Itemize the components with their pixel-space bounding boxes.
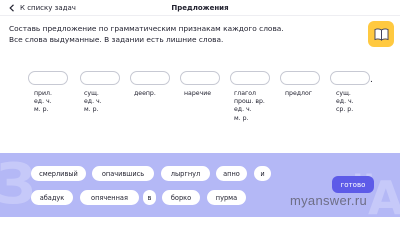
hint-line: глагол [234,90,256,97]
word-chip[interactable]: пурма [207,190,246,205]
hint-line: м. р. [234,114,249,122]
book-icon [374,28,388,41]
grammar-hint-3: деепр. [134,90,174,98]
page-title: Предложения [171,4,229,12]
word-chip[interactable]: в [143,190,156,205]
hint-line: м. р. [84,106,99,114]
hint-line: ед. ч. [84,98,102,106]
answer-slot-1[interactable] [28,71,68,85]
word-chip[interactable]: борко [162,190,200,205]
hint-line: прил. [34,90,52,97]
word-chip[interactable]: апно [216,166,247,181]
instruction-line-1: Составь предложение по грамматическим пр… [9,24,284,33]
watermark: myanswer.ru [290,193,367,208]
answer-slot-4[interactable] [180,71,220,85]
sentence-period: . [370,75,373,85]
word-chip[interactable]: опяченная [80,190,139,205]
instruction-line-2: Все слова выдуманные. В задании есть лиш… [9,34,224,44]
task-instructions: Составь предложение по грамматическим пр… [9,24,339,45]
answer-slot-3[interactable] [130,71,170,85]
word-chip[interactable]: смерливый [31,166,86,181]
answer-slot-7[interactable] [330,71,370,85]
word-chip[interactable]: опачившись [92,166,154,181]
grammar-hint-4: наречие [184,90,224,98]
hint-line: ср. р. [336,106,354,114]
done-button[interactable]: готово [332,176,374,193]
word-chip[interactable]: и [254,166,271,181]
answer-slot-6[interactable] [280,71,320,85]
back-to-tasks-button[interactable]: К списку задач [0,0,80,16]
word-chip[interactable]: абадук [31,190,73,205]
chevron-left-icon [9,4,14,12]
answer-slot-5[interactable] [230,71,270,85]
word-bank-panel: З ,, А смерливый опачившись лыргнул апно… [0,153,400,217]
hint-line: прош. вр. [234,98,265,106]
grammar-hint-6: предлог [285,90,325,98]
hint-line: сущ. [84,90,99,97]
hint-line: предлог [285,90,313,97]
hint-line: ед. ч. [34,98,52,106]
hint-line: ед. ч. [234,106,252,114]
back-label: К списку задач [20,4,76,12]
hint-line: м. р. [34,106,49,114]
word-chip[interactable]: лыргнул [161,166,210,181]
rules-book-button[interactable] [368,21,394,47]
decorative-letter: З [0,153,36,217]
hint-line: деепр. [134,90,156,97]
grammar-hint-5: глагол прош. вр. ед. ч. м. р. [234,90,274,123]
answer-slot-2[interactable] [80,71,120,85]
hint-line: наречие [184,90,212,97]
top-bar: К списку задач Предложения [0,0,400,16]
grammar-hint-2: сущ. ед. ч. м. р. [84,90,124,115]
hint-line: сущ. [336,90,351,97]
grammar-hint-7: сущ. ед. ч. ср. р. [336,90,376,115]
grammar-hint-1: прил. ед. ч. м. р. [34,90,74,115]
hint-line: ед. ч. [336,98,354,106]
